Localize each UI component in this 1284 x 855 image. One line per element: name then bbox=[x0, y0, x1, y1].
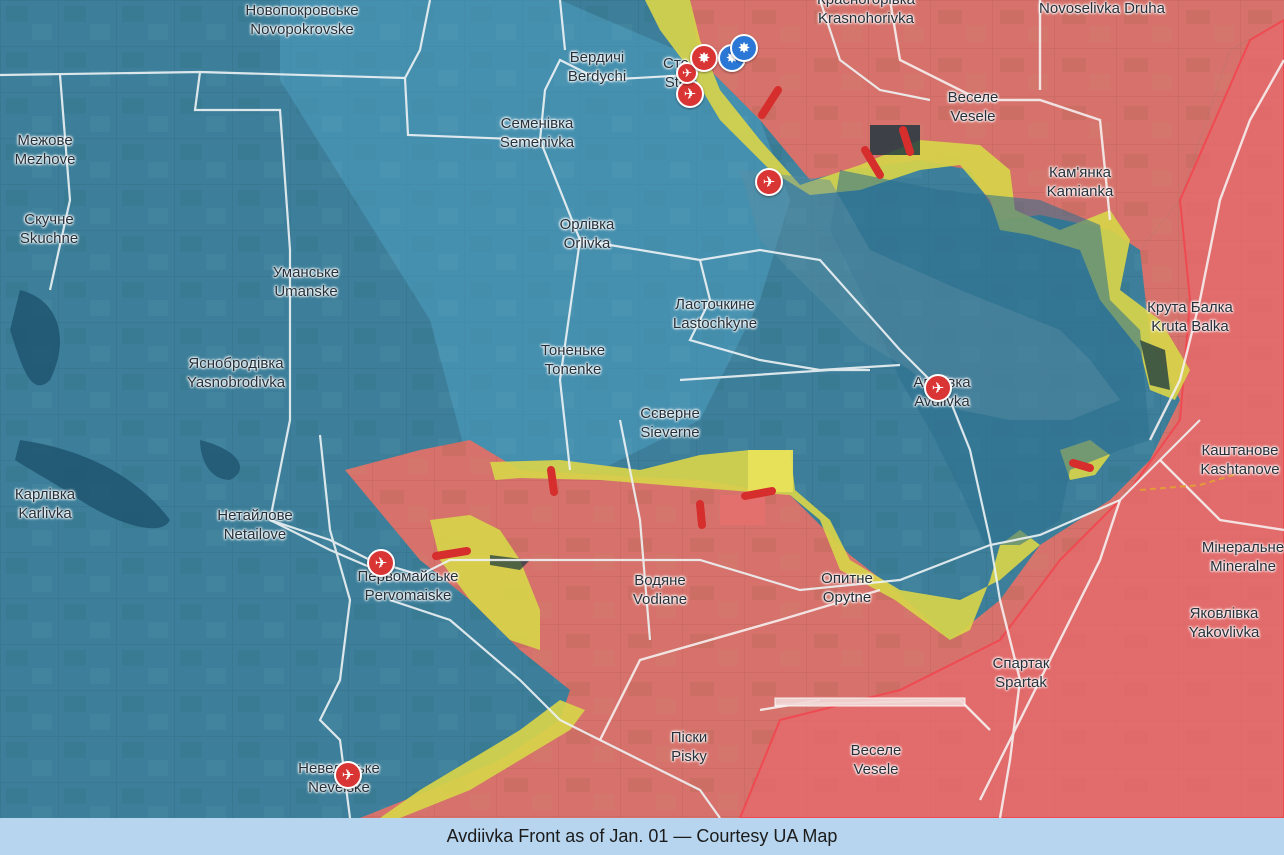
place-name-latin: Vodiane bbox=[632, 591, 688, 608]
place-label-mezhove: Межове Mezhove bbox=[15, 131, 76, 169]
place-name-latin: Netailove bbox=[223, 526, 287, 543]
plane-icon: ✈ bbox=[683, 84, 697, 103]
place-name-latin: Lastochkyne bbox=[672, 315, 758, 332]
place-label-vesele-north: Веселе Vesele bbox=[948, 88, 999, 126]
place-name-native: Сєверне bbox=[640, 405, 700, 422]
place-name-latin: Kamianka bbox=[1046, 183, 1114, 200]
place-name-native: Яковлівка bbox=[1189, 605, 1259, 622]
place-name-native: Водяне bbox=[634, 572, 686, 589]
place-label-sieverne: Сєверне Sieverne bbox=[640, 404, 700, 442]
place-label-krasnohorivka: КрасногорівкаKrasnohorivka bbox=[817, 0, 915, 28]
place-name-latin: Mineralne bbox=[1210, 558, 1276, 575]
place-name-latin: Karlivka bbox=[18, 505, 72, 522]
place-name-latin: Skuchne bbox=[19, 230, 79, 247]
plane-icon: ✈ bbox=[681, 66, 693, 80]
place-name-native: Опитне bbox=[821, 570, 873, 587]
place-label-spartak: Спартак Spartak bbox=[993, 654, 1050, 692]
place-label-kamianka: Кам'янка Kamianka bbox=[1047, 163, 1114, 201]
place-label-kruta-balka: Крута Балка Kruta Balka bbox=[1147, 298, 1233, 336]
place-name-native: Тоненьке bbox=[540, 342, 606, 359]
place-name-latin: Vesele bbox=[853, 761, 899, 778]
plane-icon: ✈ bbox=[931, 378, 945, 397]
place-label-karlivka: Карлівка Karlivka bbox=[15, 485, 75, 523]
place-name-native: Спартак bbox=[992, 655, 1050, 672]
plane-icon: ✈ bbox=[374, 553, 388, 572]
airstrike-marker[interactable]: ✈ bbox=[367, 549, 395, 577]
place-label-vodiane: Водяне Vodiane bbox=[633, 571, 687, 609]
place-name-native: Каштанове bbox=[1201, 442, 1279, 459]
place-label-kashtanove: Каштанове Kashtanove bbox=[1200, 441, 1279, 479]
place-name-native: Карлівка bbox=[14, 486, 76, 503]
place-name-latin: Spartak bbox=[995, 674, 1047, 691]
place-name-latin: Umanske bbox=[274, 283, 338, 300]
place-label-lastochkyne: Ласточкине Lastochkyne bbox=[673, 295, 757, 333]
place-name-native: Піски bbox=[670, 729, 708, 746]
place-name-latin: Opytne bbox=[822, 589, 872, 606]
place-name-native: Новопокровське bbox=[245, 2, 359, 19]
place-name-latin: Novopokrovske bbox=[250, 21, 354, 38]
place-name-latin: Pervomaiske bbox=[364, 587, 452, 604]
plane-icon: ✈ bbox=[341, 765, 355, 784]
place-label-mineralne: Мінеральне Mineralne bbox=[1202, 538, 1284, 576]
explosion-icon: ✸ bbox=[697, 48, 711, 67]
place-name-latin: Krasnohorivka bbox=[818, 10, 914, 27]
place-label-opytne: Опитне Opytne bbox=[821, 569, 873, 607]
place-label-novopokrovske: Новопокровське Novopokrovske bbox=[245, 1, 358, 39]
place-name-native: Красногорівка bbox=[817, 0, 915, 9]
place-name-latin: Semenivka bbox=[499, 134, 575, 151]
explosion-marker[interactable]: ✸ bbox=[690, 44, 718, 72]
place-name-latin: Kruta Balka bbox=[1151, 318, 1229, 335]
place-name-latin: Mezhove bbox=[14, 151, 76, 168]
plane-icon: ✈ bbox=[762, 172, 776, 191]
place-label-tonenke: Тоненьке Tonenke bbox=[541, 341, 605, 379]
place-label-pisky: Піски Pisky bbox=[671, 728, 708, 766]
place-label-novoselivka-druha: Novoselivka Druha bbox=[1039, 0, 1165, 18]
place-name-native: Уманське bbox=[272, 264, 340, 281]
place-label-umanske: Уманське Umanske bbox=[273, 263, 339, 301]
map-caption: Avdiivka Front as of Jan. 01 — Courtesy … bbox=[0, 818, 1284, 855]
airstrike-marker[interactable]: ✈ bbox=[334, 761, 362, 789]
place-label-orlivka: Орлівка Orlivka bbox=[560, 215, 615, 253]
place-label-skuchne: Скучне Skuchne bbox=[20, 210, 78, 248]
place-name-native: Межове bbox=[17, 132, 73, 149]
place-name-native: Веселе bbox=[850, 742, 902, 759]
place-name-native: Кам'янка bbox=[1049, 164, 1111, 181]
place-label-semenivka: Семенівка Semenivka bbox=[500, 114, 574, 152]
place-name-latin: Vesele bbox=[950, 108, 996, 125]
place-label-yasnobrodivka: Яснобродівка Yasnobrodivka bbox=[187, 354, 285, 392]
place-name-latin: Yakovlivka bbox=[1188, 624, 1260, 641]
place-label-yakovlivka: Яковлівка Yakovlivka bbox=[1189, 604, 1260, 642]
place-name-latin: Yasnobrodivka bbox=[186, 374, 286, 391]
airstrike-marker[interactable]: ✈ bbox=[924, 374, 952, 402]
place-name-latin: Kashtanove bbox=[1200, 461, 1280, 478]
airstrike-marker[interactable]: ✈ bbox=[676, 80, 704, 108]
place-name-native: Бердичі bbox=[569, 49, 625, 66]
place-name-native: Веселе bbox=[947, 89, 999, 106]
place-name-latin: Pisky bbox=[671, 748, 707, 765]
place-name-native: Орлівка bbox=[559, 216, 615, 233]
place-name-native: Скучне bbox=[24, 211, 74, 228]
place-name-native: Мінеральне bbox=[1201, 539, 1284, 556]
place-name-latin: Orlivka bbox=[563, 235, 611, 252]
place-name-native: Ласточкине bbox=[675, 296, 755, 313]
place-name-latin: Novoselivka Druha bbox=[1039, 0, 1165, 17]
place-name-native: Семенівка bbox=[500, 115, 574, 132]
place-name-native: Яснобродівка bbox=[188, 355, 284, 372]
airstrike-marker[interactable]: ✈ bbox=[755, 168, 783, 196]
place-name-latin: Sieverne bbox=[640, 424, 700, 441]
place-name-native: Крута Балка bbox=[1147, 299, 1233, 316]
place-name-latin: Tonenke bbox=[544, 361, 602, 378]
place-label-berdychi: Бердичі Berdychi bbox=[568, 48, 626, 86]
explosion-marker-blue[interactable]: ✸ bbox=[730, 34, 758, 62]
place-name-native: Нетайлове bbox=[217, 507, 293, 524]
place-label-vesele-south: Веселе Vesele bbox=[851, 741, 902, 779]
explosion-icon: ✸ bbox=[737, 38, 751, 57]
place-label-netailove: Нетайлове Netailove bbox=[217, 506, 293, 544]
place-name-latin: Berdychi bbox=[567, 68, 627, 85]
